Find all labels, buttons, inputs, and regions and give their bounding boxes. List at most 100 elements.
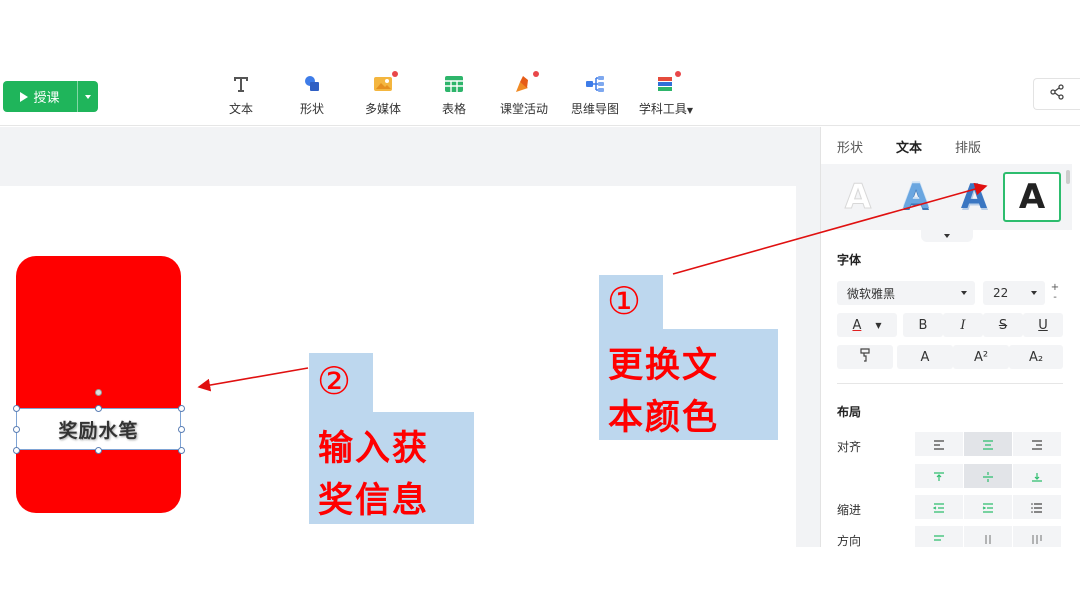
italic-icon: I <box>960 317 966 333</box>
callout-1-head: ① <box>599 275 663 330</box>
text-style-shadow[interactable]: A <box>947 176 1001 218</box>
font-color-button[interactable]: A ▼ <box>837 313 897 337</box>
font-size-select[interactable]: 22 <box>983 281 1045 305</box>
notification-dot <box>675 71 681 77</box>
text-style-gradient[interactable]: A <box>889 176 943 218</box>
resize-handle-b[interactable] <box>95 447 102 454</box>
start-class-dropdown[interactable] <box>78 94 98 99</box>
underline-button[interactable]: U <box>1023 313 1063 337</box>
chevron-down-icon <box>1031 291 1037 295</box>
valign-middle-button[interactable] <box>964 464 1012 488</box>
tab-text[interactable]: 文本 <box>896 137 922 156</box>
tool-text[interactable]: 文本 <box>206 74 276 117</box>
text-vertical-icon <box>982 529 994 548</box>
format-painter-icon <box>858 348 872 366</box>
strikethrough-icon: S <box>998 317 1008 333</box>
award-text-box[interactable]: 奖励水笔 <box>16 408 181 450</box>
tool-subject-tools[interactable]: 学科工具▼ <box>631 71 701 117</box>
resize-handle-bl[interactable] <box>13 447 20 454</box>
red-card-shape[interactable] <box>16 256 181 513</box>
direction-horizontal-button[interactable] <box>915 526 963 547</box>
direction-vertical-rtl-button[interactable] <box>1013 526 1061 547</box>
list-icon <box>1031 498 1043 517</box>
underline-icon: U <box>1038 317 1048 333</box>
subject-tools-icon <box>656 71 681 94</box>
chevron-down-icon <box>85 94 91 99</box>
activity-icon <box>514 71 539 94</box>
tool-mindmap-label: 思维导图 <box>570 102 619 116</box>
shape-icon <box>302 74 322 94</box>
text-style-outline[interactable]: A <box>831 176 885 218</box>
font-size-decrease[interactable]: - <box>1050 293 1060 303</box>
callout-2-line-1: 输入获 <box>318 429 430 469</box>
font-color-icon: A <box>852 317 862 333</box>
properties-panel: 形状 文本 排版 A A A A 字体 微软雅黑 22 + - A ▼ B I … <box>820 127 1072 547</box>
start-class-button[interactable]: 授课 <box>3 81 98 112</box>
callout-2-number: ② <box>317 359 352 403</box>
text-horizontal-icon <box>933 529 945 548</box>
font-family-value: 微软雅黑 <box>847 286 896 301</box>
rotate-handle[interactable] <box>95 389 102 396</box>
italic-button[interactable]: I <box>943 313 983 337</box>
callout-1-number: ① <box>607 279 642 323</box>
clear-format-button[interactable]: A <box>897 345 953 369</box>
callout-2-line-2: 奖信息 <box>318 481 430 521</box>
panel-tabs: 形状 文本 排版 <box>821 127 1072 163</box>
align-left-button[interactable] <box>915 432 963 456</box>
tool-media[interactable]: 多媒体 <box>348 71 418 117</box>
format-painter-button[interactable] <box>837 345 893 369</box>
tab-layout[interactable]: 排版 <box>955 137 981 156</box>
align-right-button[interactable] <box>1013 432 1061 456</box>
tool-media-label: 多媒体 <box>364 102 401 116</box>
align-left-icon <box>933 435 945 454</box>
tool-table-label: 表格 <box>441 102 466 116</box>
top-toolbar: 授课 文本 形状 多媒体 表格 课堂活动 思维导图 学科工具▼ <box>0 62 1080 126</box>
align-label: 对齐 <box>837 440 862 454</box>
align-center-button[interactable] <box>964 432 1012 456</box>
tool-mindmap[interactable]: 思维导图 <box>560 74 630 117</box>
tool-table[interactable]: 表格 <box>419 74 489 117</box>
share-button[interactable] <box>1033 78 1080 110</box>
superscript-icon: A² <box>973 349 989 365</box>
expand-styles-button[interactable] <box>921 230 973 242</box>
caret-down-icon: ▼ <box>875 320 882 330</box>
callout-2-body: 输入获 奖信息 <box>309 412 474 524</box>
chevron-down-icon <box>944 234 950 238</box>
resize-handle-br[interactable] <box>178 447 185 454</box>
font-family-select[interactable]: 微软雅黑 <box>837 281 975 305</box>
font-size-stepper[interactable]: + - <box>1050 283 1060 307</box>
list-button[interactable] <box>1013 495 1061 519</box>
resize-handle-r[interactable] <box>178 426 185 433</box>
resize-handle-tl[interactable] <box>13 405 20 412</box>
callout-1-line-1: 更换文 <box>608 346 720 386</box>
tool-classroom-activity[interactable]: 课堂活动 <box>489 71 559 117</box>
valign-top-button[interactable] <box>915 464 963 488</box>
start-class-main[interactable]: 授课 <box>3 81 77 112</box>
strikethrough-button[interactable]: S <box>983 313 1023 337</box>
panel-scrollbar[interactable] <box>1066 170 1070 184</box>
tool-shape[interactable]: 形状 <box>277 74 347 117</box>
tab-shape[interactable]: 形状 <box>837 137 863 156</box>
table-icon <box>444 74 464 94</box>
indent-decrease-button[interactable] <box>915 495 963 519</box>
bold-button[interactable]: B <box>903 313 943 337</box>
superscript-button[interactable]: A² <box>953 345 1009 369</box>
indent-increase-button[interactable] <box>964 495 1012 519</box>
callout-2-head: ② <box>309 353 373 413</box>
tool-text-label: 文本 <box>228 102 253 116</box>
callout-1-line-2: 本颜色 <box>608 398 720 438</box>
resize-handle-l[interactable] <box>13 426 20 433</box>
tool-subject-tools-label: 学科工具 <box>638 102 687 116</box>
align-bottom-icon <box>1031 467 1043 486</box>
subscript-button[interactable]: A₂ <box>1009 345 1063 369</box>
clear-format-icon: A <box>920 349 930 365</box>
indent-icon <box>982 498 994 517</box>
align-middle-icon <box>982 467 994 486</box>
direction-vertical-button[interactable] <box>964 526 1012 547</box>
chevron-down-icon <box>961 291 967 295</box>
text-style-plain-selected[interactable]: A <box>1003 172 1061 222</box>
play-icon <box>20 91 29 102</box>
valign-bottom-button[interactable] <box>1013 464 1061 488</box>
resize-handle-t[interactable] <box>95 405 102 412</box>
resize-handle-tr[interactable] <box>178 405 185 412</box>
